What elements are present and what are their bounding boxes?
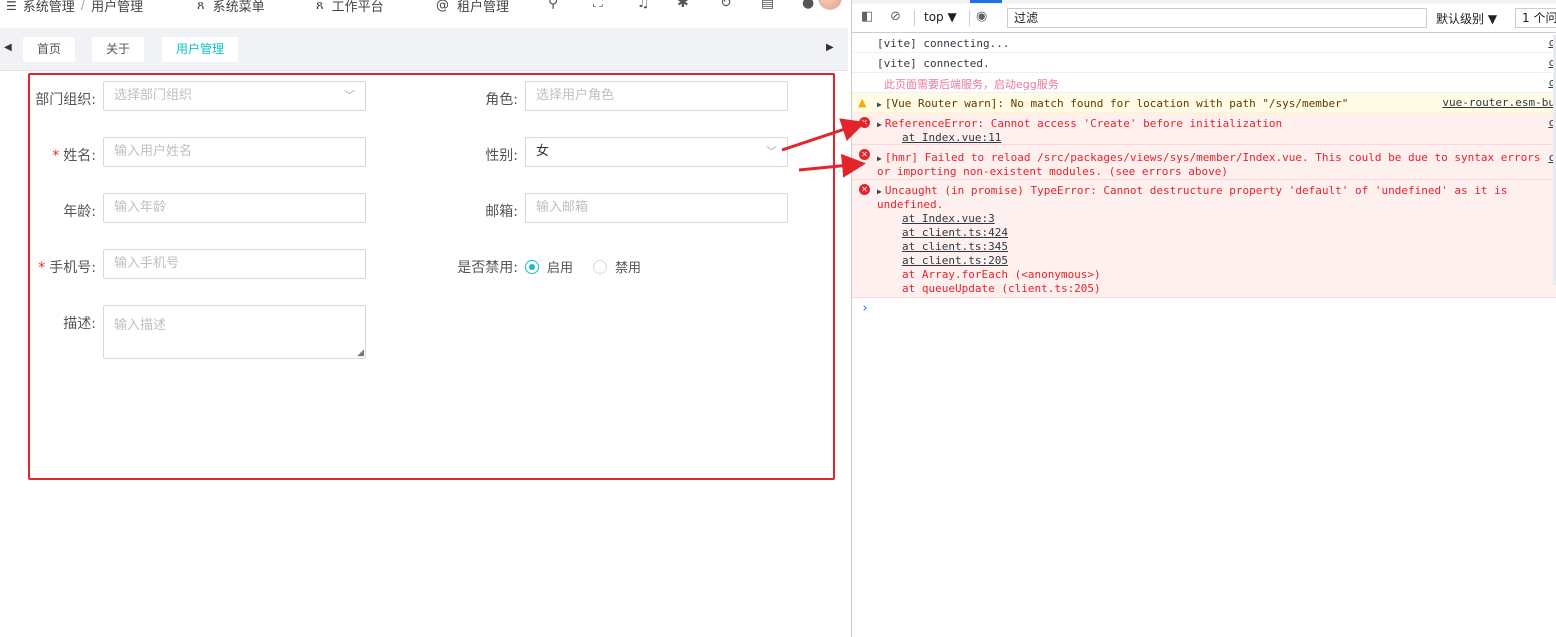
nav-label: 系统菜单	[212, 0, 265, 15]
message-text: ReferenceError: Cannot access 'Create' b…	[884, 117, 1283, 130]
context-select[interactable]: top ▼	[924, 10, 957, 24]
user-icon: ጸ	[197, 0, 205, 13]
expand-triangle-icon[interactable]: ▶	[877, 187, 882, 196]
nav-label: 工作平台	[331, 0, 384, 15]
nav-workbench[interactable]: ጸ 工作平台	[316, 0, 384, 15]
console-toolbar: ◧ ⊘ top ▼ ◉ 过滤 默认级别 ▼ 1 个问题	[852, 5, 1556, 33]
toolbar-divider	[969, 10, 970, 26]
error-icon: ✕	[859, 117, 870, 128]
expand-triangle-icon[interactable]: ▶	[877, 100, 882, 109]
error-icon: ✕	[859, 184, 870, 195]
console-error[interactable]: ✕ ▶ Uncaught (in promise) TypeError: Cann…	[852, 180, 1556, 298]
sidebar-toggle-icon[interactable]: ◧	[861, 9, 873, 24]
tabs-scroll-right-icon[interactable]: ▶	[826, 42, 834, 53]
tab-user-management[interactable]: 用户管理	[162, 37, 239, 62]
stack-line[interactable]: at Index.vue:3	[902, 212, 995, 225]
stack-line[interactable]: at Index.vue:11	[902, 131, 1001, 144]
console-message[interactable]: [vite] connected. c	[852, 53, 1556, 73]
tabs-bar: ◀ 首页 关于 用户管理 ▶	[0, 28, 848, 71]
top-header: ☰ 系统管理 / 用户管理 ጸ 系统菜单 ጸ 工作平台 @ 租户管理 ⚲ ⛶ ♫…	[0, 0, 848, 18]
eye-icon[interactable]: ◉	[976, 9, 987, 24]
console-error[interactable]: ✕ ▶ ReferenceError: Cannot access 'Create…	[852, 113, 1556, 145]
log-level-select[interactable]: 默认级别 ▼	[1436, 10, 1497, 27]
message-source-link[interactable]: vue-router.esm-bu	[1442, 96, 1555, 109]
bell-icon[interactable]: ♫	[637, 0, 650, 11]
tabs-scroll-left-icon[interactable]: ◀	[4, 42, 12, 53]
message-text: [Vue Router warn]: No match found for lo…	[884, 97, 1349, 110]
breadcrumb: ☰ 系统管理 / 用户管理	[6, 0, 143, 15]
tab-about[interactable]: 关于	[92, 37, 145, 62]
bug-icon[interactable]: ✱	[677, 0, 689, 11]
devtools-tab-strip	[852, 0, 1556, 4]
stack-line[interactable]: at queueUpdate (client.ts:205)	[902, 282, 1101, 295]
breadcrumb-item-system[interactable]: 系统管理	[23, 0, 75, 15]
message-text-continued: undefined.	[877, 198, 944, 211]
tab-home[interactable]: 首页	[23, 37, 76, 62]
console-message[interactable]: [vite] connecting... c	[852, 33, 1556, 53]
console-prompt-icon[interactable]: ›	[861, 301, 869, 316]
console-warning[interactable]: ▲ ▶ [Vue Router warn]: No match found for…	[852, 93, 1556, 113]
nav-label: 租户管理	[457, 0, 510, 15]
fullscreen-icon[interactable]: ⛶	[593, 0, 603, 11]
github-icon[interactable]: ●	[802, 0, 814, 11]
breadcrumb-separator: /	[80, 0, 86, 13]
menu-toggle-icon[interactable]: ☰	[6, 0, 17, 13]
refresh-icon[interactable]: ↻	[720, 0, 732, 11]
nav-system-menu[interactable]: ጸ 系统菜单	[197, 0, 265, 15]
console-message[interactable]: 此页面需要后端服务，启动egg服务 c	[852, 73, 1556, 93]
console-error[interactable]: ✕ ▶ [hmr] Failed to reload /src/packages/…	[852, 145, 1556, 180]
message-text-continued: or importing non-existent modules. (see …	[877, 165, 1228, 178]
console-filter-input[interactable]: 过滤	[1007, 8, 1427, 28]
devtools-console: ◧ ⊘ top ▼ ◉ 过滤 默认级别 ▼ 1 个问题 [vite] conne…	[851, 0, 1556, 637]
expand-triangle-icon[interactable]: ▶	[877, 154, 882, 163]
expand-triangle-icon[interactable]: ▶	[877, 120, 882, 129]
clear-console-icon[interactable]: ⊘	[890, 9, 901, 24]
message-text: [hmr] Failed to reload /src/packages/vie…	[884, 151, 1541, 164]
nav-tenant[interactable]: @ 租户管理	[436, 0, 509, 15]
toolbar-divider	[914, 10, 915, 26]
avatar[interactable]	[818, 0, 842, 10]
message-text: [vite] connected.	[877, 57, 990, 70]
active-tab-indicator	[970, 0, 1002, 3]
search-icon[interactable]: ⚲	[548, 0, 558, 11]
message-text: [vite] connecting...	[877, 37, 1010, 50]
error-icon: ✕	[859, 149, 870, 160]
user-icon: ጸ	[316, 0, 324, 13]
stack-line[interactable]: at client.ts:205	[902, 254, 1008, 267]
warning-icon: ▲	[858, 96, 867, 109]
stack-line[interactable]: at client.ts:345	[902, 240, 1008, 253]
message-text: 此页面需要后端服务，启动egg服务	[884, 78, 1059, 91]
breadcrumb-item-user: 用户管理	[91, 0, 144, 15]
stack-line[interactable]: at client.ts:424	[902, 226, 1008, 239]
highlight-box	[28, 73, 835, 480]
app-panel: ☰ 系统管理 / 用户管理 ጸ 系统菜单 ጸ 工作平台 @ 租户管理 ⚲ ⛶ ♫…	[0, 0, 848, 637]
issues-button[interactable]: 1 个问题	[1515, 8, 1556, 28]
at-icon: @	[436, 0, 449, 13]
save-icon[interactable]: ▤	[761, 0, 774, 11]
message-text: Uncaught (in promise) TypeError: Cannot …	[884, 184, 1508, 197]
stack-line[interactable]: at Array.forEach (<anonymous>)	[902, 268, 1101, 281]
